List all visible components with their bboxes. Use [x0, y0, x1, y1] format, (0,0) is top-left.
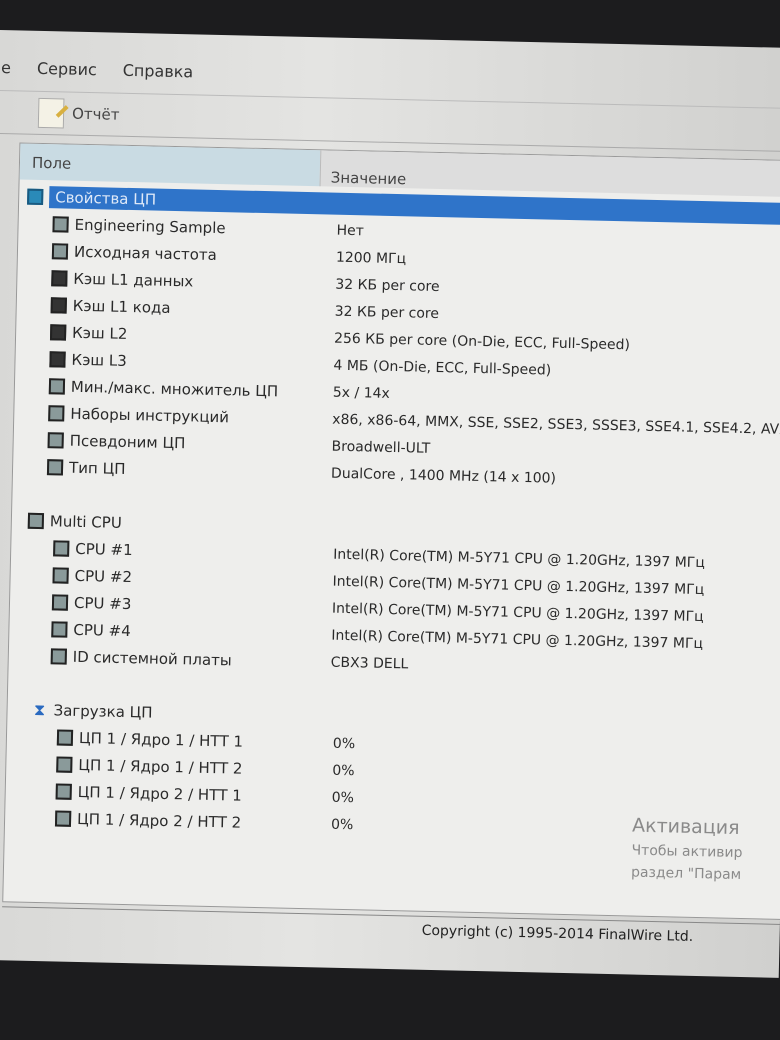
- field-label: Кэш L3: [71, 350, 128, 370]
- cache-icon: [49, 324, 67, 341]
- field-label: Кэш L2: [71, 323, 128, 343]
- field-label: CPU #2: [74, 566, 133, 587]
- chip-icon: [27, 512, 45, 530]
- field-value: DualCore , 1400 MHz (14 x 100): [330, 465, 557, 487]
- chip-icon: [56, 729, 74, 746]
- cpu-group-icon: [27, 188, 44, 206]
- aida64-window: е Сервис Справка Отчёт Поле Значение Сво…: [0, 30, 780, 978]
- field-label: Кэш L1 данных: [73, 269, 194, 291]
- menu-bar: е Сервис Справка: [0, 54, 196, 88]
- column-value[interactable]: Значение: [319, 150, 780, 198]
- field-value: 5x / 14x: [332, 384, 390, 402]
- chip-icon: [46, 459, 64, 476]
- field-label: Кэш L1 кода: [72, 296, 171, 317]
- cache-icon: [49, 351, 66, 368]
- chip-icon: [48, 405, 65, 422]
- menu-item-view[interactable]: е: [0, 54, 13, 84]
- field-label: Тип ЦП: [68, 458, 126, 478]
- chip-icon: [54, 810, 72, 827]
- field-label: ЦП 1 / Ядро 2 / НТТ 1: [77, 782, 243, 805]
- report-icon[interactable]: [37, 97, 65, 129]
- menu-item-service[interactable]: Сервис: [35, 55, 99, 86]
- field-label: ЦП 1 / Ядро 1 / НТТ 2: [78, 755, 243, 778]
- field-label: ID системной платы: [72, 647, 232, 670]
- hourglass-icon: ⧗: [33, 699, 46, 720]
- field-label: Псевдоним ЦП: [69, 431, 186, 453]
- field-value: 32 КБ per core: [334, 303, 440, 323]
- menu-item-help[interactable]: Справка: [120, 57, 195, 89]
- field-label: CPU #1: [75, 539, 133, 560]
- field-label: CPU #4: [73, 620, 131, 641]
- chip-icon: [52, 567, 69, 584]
- chip-icon: [53, 540, 70, 557]
- field-value: 0%: [331, 789, 355, 807]
- cache-icon: [50, 297, 67, 314]
- report-button[interactable]: Отчёт: [72, 105, 120, 124]
- field-value: Intel(R) Core(TM) M-5Y71 CPU @ 1.20GHz, …: [333, 546, 706, 572]
- chip-icon: [52, 216, 69, 233]
- field-value: 0%: [332, 762, 355, 780]
- field-value: Broadwell-ULT: [331, 438, 431, 457]
- windows-activation-watermark: Активация Чтобы активир раздел "Парам: [630, 814, 743, 884]
- field-label: Наборы инструкций: [70, 404, 230, 427]
- field-value: Intel(R) Core(TM) M-5Y71 CPU @ 1.20GHz, …: [332, 573, 705, 599]
- field-value: Нет: [336, 222, 365, 240]
- field-value: 4 МБ (On-Die, ECC, Full-Speed): [333, 357, 552, 379]
- chip-icon: [51, 621, 68, 638]
- field-value: 1200 МГц: [335, 249, 407, 268]
- chip-icon: [48, 378, 66, 395]
- cache-icon: [51, 270, 68, 287]
- field-label: Engineering Sample: [74, 215, 226, 238]
- field-value: Intel(R) Core(TM) M-5Y71 CPU @ 1.20GHz, …: [331, 600, 704, 626]
- group-title: Multi CPU: [49, 512, 122, 532]
- field-label: ЦП 1 / Ядро 1 / НТТ 1: [78, 728, 244, 751]
- chip-icon: [47, 432, 64, 449]
- field-value: Intel(R) Core(TM) M-5Y71 CPU @ 1.20GHz, …: [331, 627, 704, 653]
- group-title: Загрузка ЦП: [53, 701, 153, 722]
- field-value: 256 КБ per core (On-Die, ECC, Full-Speed…: [333, 330, 631, 354]
- chip-icon: [51, 594, 69, 611]
- chip-icon: [55, 783, 72, 800]
- chip-icon: [50, 648, 67, 665]
- field-value: 0%: [332, 735, 356, 753]
- chip-icon: [56, 756, 73, 773]
- field-label: Мин./макс. множитель ЦП: [70, 377, 279, 401]
- field-value: 32 КБ per core: [335, 276, 440, 296]
- field-label: Исходная частота: [73, 242, 217, 264]
- details-list: Поле Значение Свойства ЦП Engineering Sam…: [2, 142, 780, 921]
- field-label: ЦП 1 / Ядро 2 / НТТ 2: [76, 809, 242, 832]
- chip-icon: [51, 243, 69, 260]
- field-value: CBX3 DELL: [330, 654, 409, 673]
- toolbar: Отчёт: [0, 89, 780, 153]
- column-field[interactable]: Поле: [19, 143, 321, 187]
- field-value: 0%: [330, 816, 354, 834]
- field-label: CPU #3: [73, 593, 132, 614]
